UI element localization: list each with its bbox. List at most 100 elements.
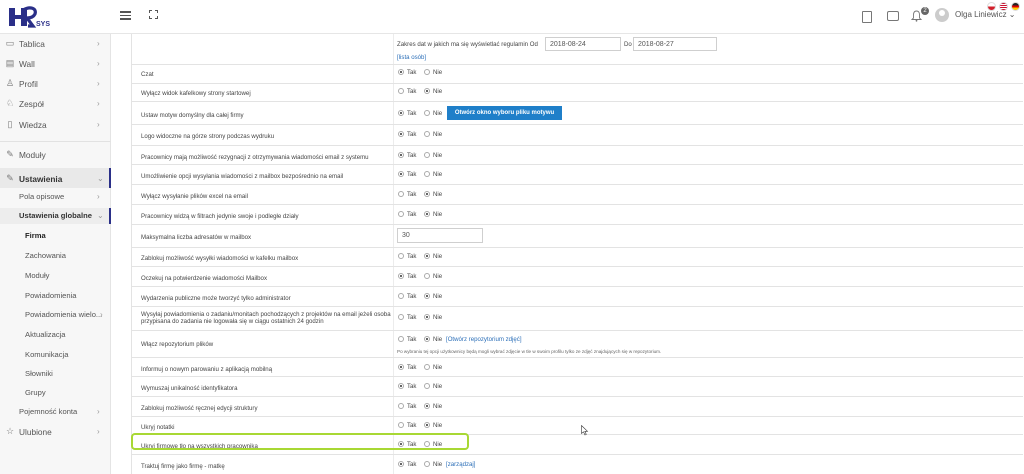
setting-label: Wydarzenia publiczne może tworzyć tylko …: [141, 295, 291, 302]
mouse-cursor-icon: [581, 425, 589, 436]
radio-nie[interactable]: [424, 152, 430, 158]
row-divider: [131, 124, 1023, 125]
setting-label: Wyłącz wysyłanie plików excel na email: [141, 193, 248, 200]
radio-nie-label: Nie: [433, 88, 443, 95]
radio-nie-label: Nie: [433, 273, 443, 280]
radio-tak[interactable]: [398, 403, 404, 409]
row-divider: [131, 164, 1023, 165]
setting-label: Maksymalna liczba adresatów w mailbox: [141, 234, 252, 241]
radio-nie-label: Nie: [433, 211, 443, 218]
radio-nie[interactable]: [424, 364, 430, 370]
lista-osob-link[interactable]: [lista osób]: [397, 54, 426, 61]
radio-tak[interactable]: [398, 364, 404, 370]
row-divider: [131, 286, 1023, 287]
open-theme-picker-button[interactable]: Otwórz okno wyboru pliku motywu: [447, 106, 562, 120]
settings-table: Zakres dat w jakich ma się wyświetlać re…: [0, 0, 1024, 474]
radio-nie[interactable]: [424, 403, 430, 409]
radio-tak[interactable]: [398, 211, 404, 217]
manage-link[interactable]: [zarządzaj]: [446, 461, 475, 468]
radio-tak-label: Tak: [407, 293, 417, 300]
row-divider: [131, 145, 1023, 146]
radio-nie-label: Nie: [433, 461, 443, 468]
setting-label: Włącz repozytorium plików: [141, 341, 214, 348]
max-recipients-input[interactable]: [397, 228, 483, 243]
setting-label: Czat: [141, 71, 154, 78]
row-divider: [131, 83, 1023, 84]
radio-nie[interactable]: [424, 69, 430, 75]
radio-nie-label: Nie: [433, 253, 443, 260]
date-from-input[interactable]: [545, 37, 621, 51]
row-divider: [131, 224, 1023, 225]
radio-nie-label: Nie: [433, 383, 443, 390]
radio-tak[interactable]: [398, 314, 404, 320]
radio-nie-label: Nie: [433, 171, 443, 178]
radio-tak-label: Tak: [407, 461, 417, 468]
radio-nie[interactable]: [424, 88, 430, 94]
radio-nie-label: Nie: [433, 336, 443, 343]
radio-nie[interactable]: [424, 211, 430, 217]
setting-label: Ustaw motyw domyślny dla całej firmy: [141, 112, 244, 119]
radio-nie[interactable]: [424, 461, 430, 467]
radio-tak-label: Tak: [407, 131, 417, 138]
radio-tak-label: Tak: [407, 152, 417, 159]
radio-nie-label: Nie: [433, 131, 443, 138]
radio-tak[interactable]: [398, 253, 404, 259]
radio-nie[interactable]: [424, 273, 430, 279]
setting-label: Pracownicy mają możliwość rezygnacji z o…: [141, 154, 369, 161]
setting-label: Oczekuj na potwierdzenie wiadomości Mail…: [141, 275, 267, 282]
radio-nie-label: Nie: [433, 69, 443, 76]
row-divider: [131, 184, 1023, 185]
radio-tak[interactable]: [398, 152, 404, 158]
setting-label: Logo widoczne na górze strony podczas wy…: [141, 133, 275, 140]
setting-label: Umożliwienie opcji wysyłania wiadomości …: [141, 173, 344, 180]
radio-tak-label: Tak: [407, 383, 417, 390]
radio-tak[interactable]: [398, 273, 404, 279]
radio-nie[interactable]: [424, 171, 430, 177]
row-divider: [131, 306, 1023, 307]
radio-tak[interactable]: [398, 69, 404, 75]
radio-nie[interactable]: [424, 110, 430, 116]
row-divider: [131, 416, 1023, 417]
radio-tak[interactable]: [398, 293, 404, 299]
setting-label: Pracownicy widzą w filtrach jedynie swoj…: [141, 213, 299, 220]
radio-tak-label: Tak: [407, 273, 417, 280]
radio-tak[interactable]: [398, 191, 404, 197]
radio-nie[interactable]: [424, 293, 430, 299]
radio-tak[interactable]: [398, 422, 404, 428]
radio-nie-label: Nie: [433, 422, 443, 429]
radio-tak-label: Tak: [407, 403, 417, 410]
setting-label: Wyłącz widok kafelkowy strony startowej: [141, 90, 251, 97]
row-divider: [131, 247, 1023, 248]
radio-tak[interactable]: [398, 461, 404, 467]
radio-nie[interactable]: [424, 314, 430, 320]
setting-label-line2: przypisana do zadania nie logowała się w…: [141, 318, 324, 325]
radio-tak-label: Tak: [407, 171, 417, 178]
radio-tak[interactable]: [398, 336, 404, 342]
row-divider: [131, 454, 1023, 455]
radio-tak-label: Tak: [407, 253, 417, 260]
radio-tak-label: Tak: [407, 88, 417, 95]
radio-nie[interactable]: [424, 131, 430, 137]
radio-tak[interactable]: [398, 383, 404, 389]
open-repository-link[interactable]: [Otwórz repozytorium zdjęć]: [446, 336, 522, 343]
radio-nie[interactable]: [424, 336, 430, 342]
radio-nie[interactable]: [424, 422, 430, 428]
radio-tak[interactable]: [398, 110, 404, 116]
row-divider: [131, 376, 1023, 377]
radio-nie-label: Nie: [433, 191, 443, 198]
radio-tak[interactable]: [398, 131, 404, 137]
radio-tak[interactable]: [398, 171, 404, 177]
row-divider: [131, 64, 1023, 65]
radio-tak-label: Tak: [407, 211, 417, 218]
date-to-input[interactable]: [633, 37, 717, 51]
radio-tak[interactable]: [398, 88, 404, 94]
col-divider: [393, 34, 394, 474]
radio-nie[interactable]: [424, 191, 430, 197]
radio-tak-label: Tak: [407, 314, 417, 321]
radio-nie[interactable]: [424, 253, 430, 259]
row-divider: [131, 266, 1023, 267]
row-divider: [131, 396, 1023, 397]
row-divider: [131, 204, 1023, 205]
radio-tak-label: Tak: [407, 364, 417, 371]
radio-nie[interactable]: [424, 383, 430, 389]
